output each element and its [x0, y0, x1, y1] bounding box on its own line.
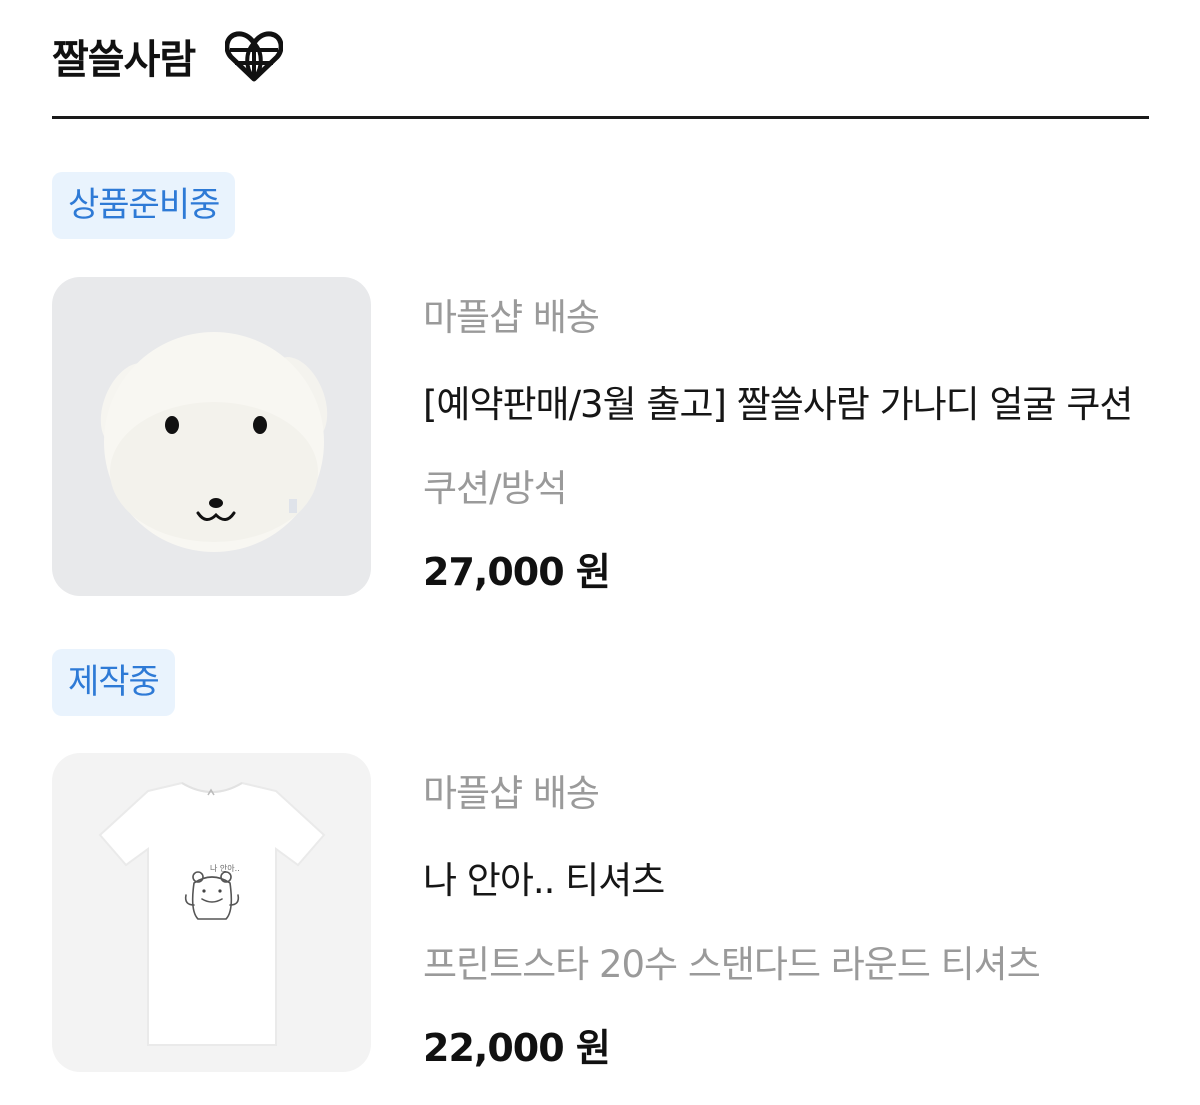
status-badge: 상품준비중 — [52, 172, 236, 239]
product-price: 27,000 원 — [423, 550, 610, 594]
product-name[interactable]: [예약판매/3월 출고] 짤쓸사람 가나디 얼굴 쿠션 — [423, 374, 1132, 428]
status-badge: 제작중 — [52, 649, 175, 716]
shipping-label: 마플샵 배송 — [423, 772, 599, 815]
product-image[interactable] — [52, 277, 371, 596]
dog-face-cushion-image — [52, 277, 371, 596]
product-info: 마플샵 배송 [예약판매/3월 출고] 짤쓸사람 가나디 얼굴 쿠션 쿠션/방석… — [423, 277, 1149, 596]
product-category: 프린트스타 20수 스탠다드 라운드 티셔츠 — [423, 943, 1040, 986]
product-category: 쿠션/방석 — [423, 467, 567, 510]
shop-header: 짤쓸사람 — [52, 26, 284, 86]
header-divider — [52, 116, 1149, 119]
product-price: 22,000 원 — [423, 1026, 610, 1070]
product-image[interactable]: 나 안아.. — [52, 753, 371, 1072]
heart-globe-icon[interactable] — [224, 30, 284, 82]
tshirt-image: 나 안아.. — [52, 753, 371, 1072]
shop-title[interactable]: 짤쓸사람 — [52, 27, 196, 85]
product-info: 마플샵 배송 나 안아.. 티셔츠 프린트스타 20수 스탠다드 라운드 티셔츠… — [423, 753, 1149, 1072]
product-card[interactable]: 마플샵 배송 [예약판매/3월 출고] 짤쓸사람 가나디 얼굴 쿠션 쿠션/방석… — [52, 277, 1149, 597]
product-name[interactable]: 나 안아.. 티셔츠 — [423, 850, 664, 904]
shipping-label: 마플샵 배송 — [423, 296, 599, 339]
product-card[interactable]: 나 안아.. 마플샵 배송 나 안아.. 티셔츠 프린트스타 20수 스탠다드 … — [52, 753, 1149, 1073]
